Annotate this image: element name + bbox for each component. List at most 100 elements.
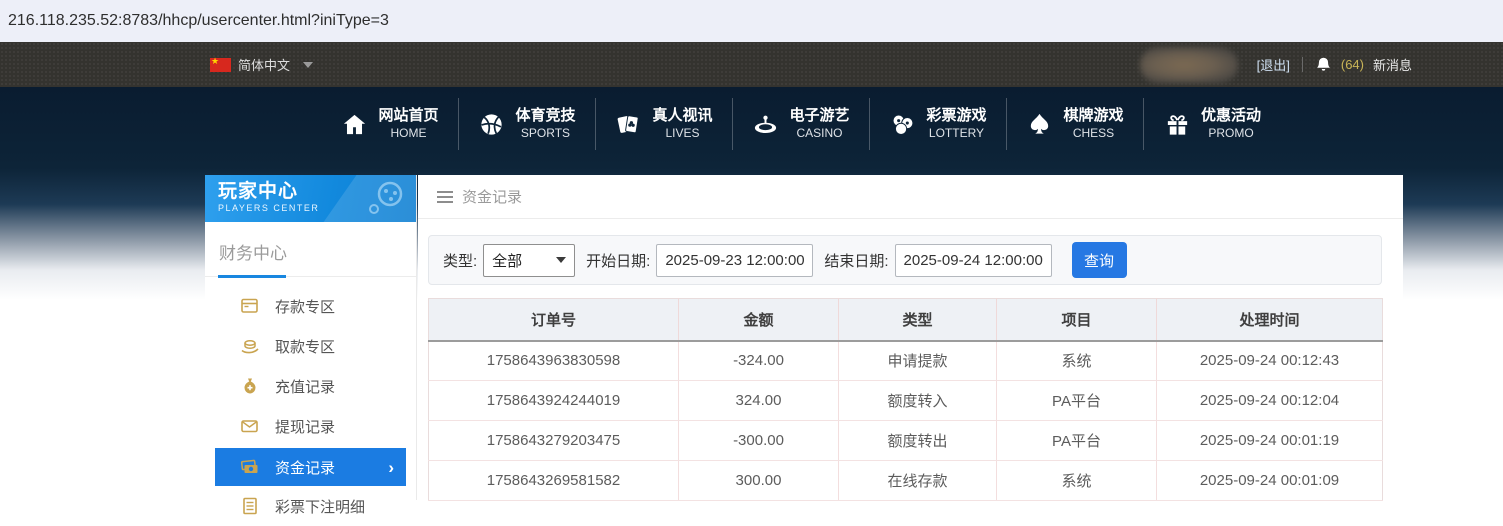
nav-label-en: CASINO <box>796 126 843 140</box>
cell-type: 额度转入 <box>838 380 997 421</box>
cell-order-no: 1758643269581582 <box>428 460 679 501</box>
message-count[interactable]: (64) <box>1341 57 1364 72</box>
sidebar-item-funds-records[interactable]: 资金记录 › <box>215 448 406 486</box>
deposit-icon <box>241 298 258 313</box>
sidebar-item-deposit-zone[interactable]: 存款专区 <box>215 286 406 326</box>
sidebar-item-recharge-records[interactable]: 充值记录 <box>215 366 406 406</box>
table-row: 1758643924244019 324.00 额度转入 PA平台 2025-0… <box>428 380 1383 421</box>
end-date-input[interactable] <box>894 243 1052 277</box>
sidebar-item-label: 取款专区 <box>275 338 336 356</box>
nav-item-home[interactable]: 网站首页 HOME <box>322 98 459 150</box>
cell-amount: 300.00 <box>678 460 839 501</box>
nav-item-sports[interactable]: 体育竞技 SPORTS <box>459 98 596 150</box>
address-bar[interactable]: 216.118.235.52:8783/hhcp/usercenter.html… <box>0 0 1503 42</box>
sidebar-item-label: 存款专区 <box>275 298 336 316</box>
nav-label-en: CHESS <box>1072 126 1115 140</box>
message-label[interactable]: 新消息 <box>1373 55 1412 74</box>
sidebar-item-label: 资金记录 <box>275 459 336 477</box>
language-label: 简体中文 <box>238 58 291 73</box>
main-panel: 资金记录 类型: 全部 开始日期: 结束日期: 查询 订单号 金额 类型 项目 … <box>418 175 1403 501</box>
lottery-balls-icon <box>893 114 914 135</box>
cell-amount: -324.00 <box>678 340 839 381</box>
cell-project: PA平台 <box>996 420 1157 461</box>
username-redacted[interactable] <box>1139 46 1238 83</box>
nav-label-zh: 真人视讯 <box>652 107 713 124</box>
language-selector[interactable]: 简体中文 <box>210 42 314 87</box>
nav-label-zh: 网站首页 <box>378 107 439 124</box>
menu-icon <box>437 190 453 203</box>
section-label: 财务中心 <box>219 244 287 263</box>
cell-process-time: 2025-09-24 00:12:04 <box>1156 380 1383 421</box>
table-header-row: 订单号 金额 类型 项目 处理时间 <box>428 298 1383 342</box>
bell-icon[interactable] <box>1315 56 1332 73</box>
start-date-label: 开始日期: <box>586 252 651 270</box>
cell-project: PA平台 <box>996 380 1157 421</box>
type-select-value: 全部 <box>492 252 523 270</box>
user-group: [退出] (64) 新消息 <box>1139 42 1412 87</box>
cell-type: 额度转出 <box>838 420 997 461</box>
header-order-no: 订单号 <box>428 298 679 342</box>
cell-type: 申请提款 <box>838 340 997 381</box>
sports-ball-icon <box>481 113 503 135</box>
table-row: 1758643269581582 300.00 在线存款 系统 2025-09-… <box>428 460 1383 501</box>
nav-item-chess[interactable]: 棋牌游戏 CHESS <box>1007 98 1144 150</box>
type-label: 类型: <box>443 252 478 270</box>
header-process-time: 处理时间 <box>1156 298 1383 342</box>
sidebar-menu: 存款专区 取款专区 充值记录 提现记录 资金记录 › 彩票下注明细 <box>205 286 416 526</box>
nav-label-en: LIVES <box>665 126 700 140</box>
account-bar: 简体中文 [退出] (64) 新消息 <box>0 42 1503 87</box>
cell-order-no: 1758643963830598 <box>428 340 679 381</box>
sidebar-item-lottery-bet-details[interactable]: 彩票下注明细 <box>215 486 406 526</box>
records-table: 订单号 金额 类型 项目 处理时间 1758643963830598 -324.… <box>428 298 1383 501</box>
nav-item-casino[interactable]: 电子游艺 CASINO <box>733 98 870 150</box>
sidebar-item-withdraw-zone[interactable]: 取款专区 <box>215 326 406 366</box>
spade-icon <box>1031 113 1049 134</box>
header-project: 项目 <box>996 298 1157 342</box>
cell-project: 系统 <box>996 340 1157 381</box>
chevron-right-icon: › <box>388 457 394 477</box>
nav-label-zh: 电子游艺 <box>789 107 850 124</box>
nav-label-en: HOME <box>390 126 427 140</box>
cell-process-time: 2025-09-24 00:01:19 <box>1156 420 1383 461</box>
cell-amount: -300.00 <box>678 420 839 461</box>
nav-label-zh: 棋牌游戏 <box>1063 107 1124 124</box>
withdraw-icon <box>241 340 259 354</box>
header-amount: 金额 <box>678 298 839 342</box>
address-url: 216.118.235.52:8783/hhcp/usercenter.html… <box>8 12 389 29</box>
nav-label-en: LOTTERY <box>928 126 985 140</box>
table-row: 1758643963830598 -324.00 申请提款 系统 2025-09… <box>428 340 1383 381</box>
cell-order-no: 1758643924244019 <box>428 380 679 421</box>
sidebar-item-cashout-records[interactable]: 提现记录 <box>215 406 406 446</box>
nav-item-lives[interactable]: 真人视讯 LIVES <box>596 98 733 150</box>
records-table-wrap: 订单号 金额 类型 项目 处理时间 1758643963830598 -324.… <box>428 298 1383 501</box>
cell-order-no: 1758643279203475 <box>428 420 679 461</box>
gift-icon <box>1167 114 1188 135</box>
sidebar-header: 玩家中心 PLAYERS CENTER <box>205 175 416 222</box>
sidebar-item-label: 提现记录 <box>275 418 336 436</box>
filter-bar: 类型: 全部 开始日期: 结束日期: 查询 <box>428 235 1382 285</box>
sidebar-section-finance: 财务中心 <box>205 222 416 278</box>
sidebar-item-label: 充值记录 <box>275 378 336 396</box>
home-icon <box>344 114 366 134</box>
logout-button[interactable]: [退出] <box>1257 55 1290 74</box>
nav-label-en: PROMO <box>1208 126 1254 140</box>
nav-item-promo[interactable]: 优惠活动 PROMO <box>1144 98 1281 150</box>
cell-process-time: 2025-09-24 00:12:43 <box>1156 340 1383 381</box>
type-select[interactable]: 全部 <box>483 243 576 277</box>
nav-label-zh: 彩票游戏 <box>926 107 987 124</box>
search-button[interactable]: 查询 <box>1071 242 1127 278</box>
table-row: 1758643279203475 -300.00 额度转出 PA平台 2025-… <box>428 420 1383 461</box>
money-bag-icon <box>244 378 256 394</box>
chevron-down-icon <box>303 61 314 68</box>
end-date-label: 结束日期: <box>824 252 889 270</box>
sidebar: 玩家中心 PLAYERS CENTER 财务中心 存款专区 取款专区 充值记录 … <box>205 175 417 516</box>
chevron-down-icon <box>556 257 567 263</box>
nav-item-lottery[interactable]: 彩票游戏 LOTTERY <box>870 98 1007 150</box>
nav-label-en: SPORTS <box>520 126 571 140</box>
header-type: 类型 <box>838 298 997 342</box>
cards-icon <box>618 114 640 133</box>
main-nav: 网站首页 HOME 体育竞技 SPORTS 真人视讯 LIVES 电子游艺 CASINO <box>322 98 1281 150</box>
divider <box>1301 57 1303 72</box>
start-date-input[interactable] <box>656 243 814 277</box>
nav-label-zh: 体育竞技 <box>515 107 576 124</box>
